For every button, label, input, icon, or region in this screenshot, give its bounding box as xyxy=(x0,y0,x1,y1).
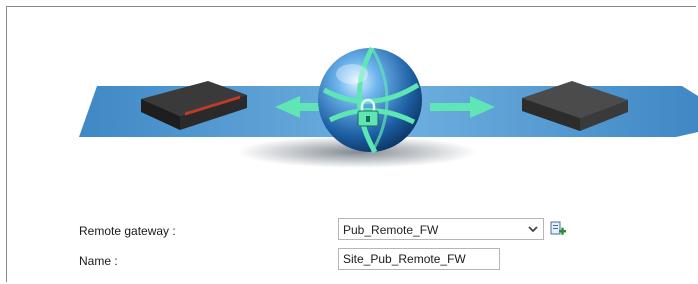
remote-gateway-row: Remote gateway : Pub_Remote_FW xyxy=(0,218,698,244)
remote-gateway-selected: Pub_Remote_FW xyxy=(343,223,439,237)
add-object-icon[interactable] xyxy=(549,219,567,239)
remote-gateway-select[interactable]: Pub_Remote_FW xyxy=(338,218,544,240)
name-label: Name : xyxy=(79,254,118,268)
vpn-illustration xyxy=(79,46,698,168)
remote-gateway-label: Remote gateway : xyxy=(79,224,176,238)
chevron-down-icon[interactable] xyxy=(524,220,542,238)
name-row: Name : xyxy=(0,248,698,274)
name-field[interactable] xyxy=(338,248,500,270)
